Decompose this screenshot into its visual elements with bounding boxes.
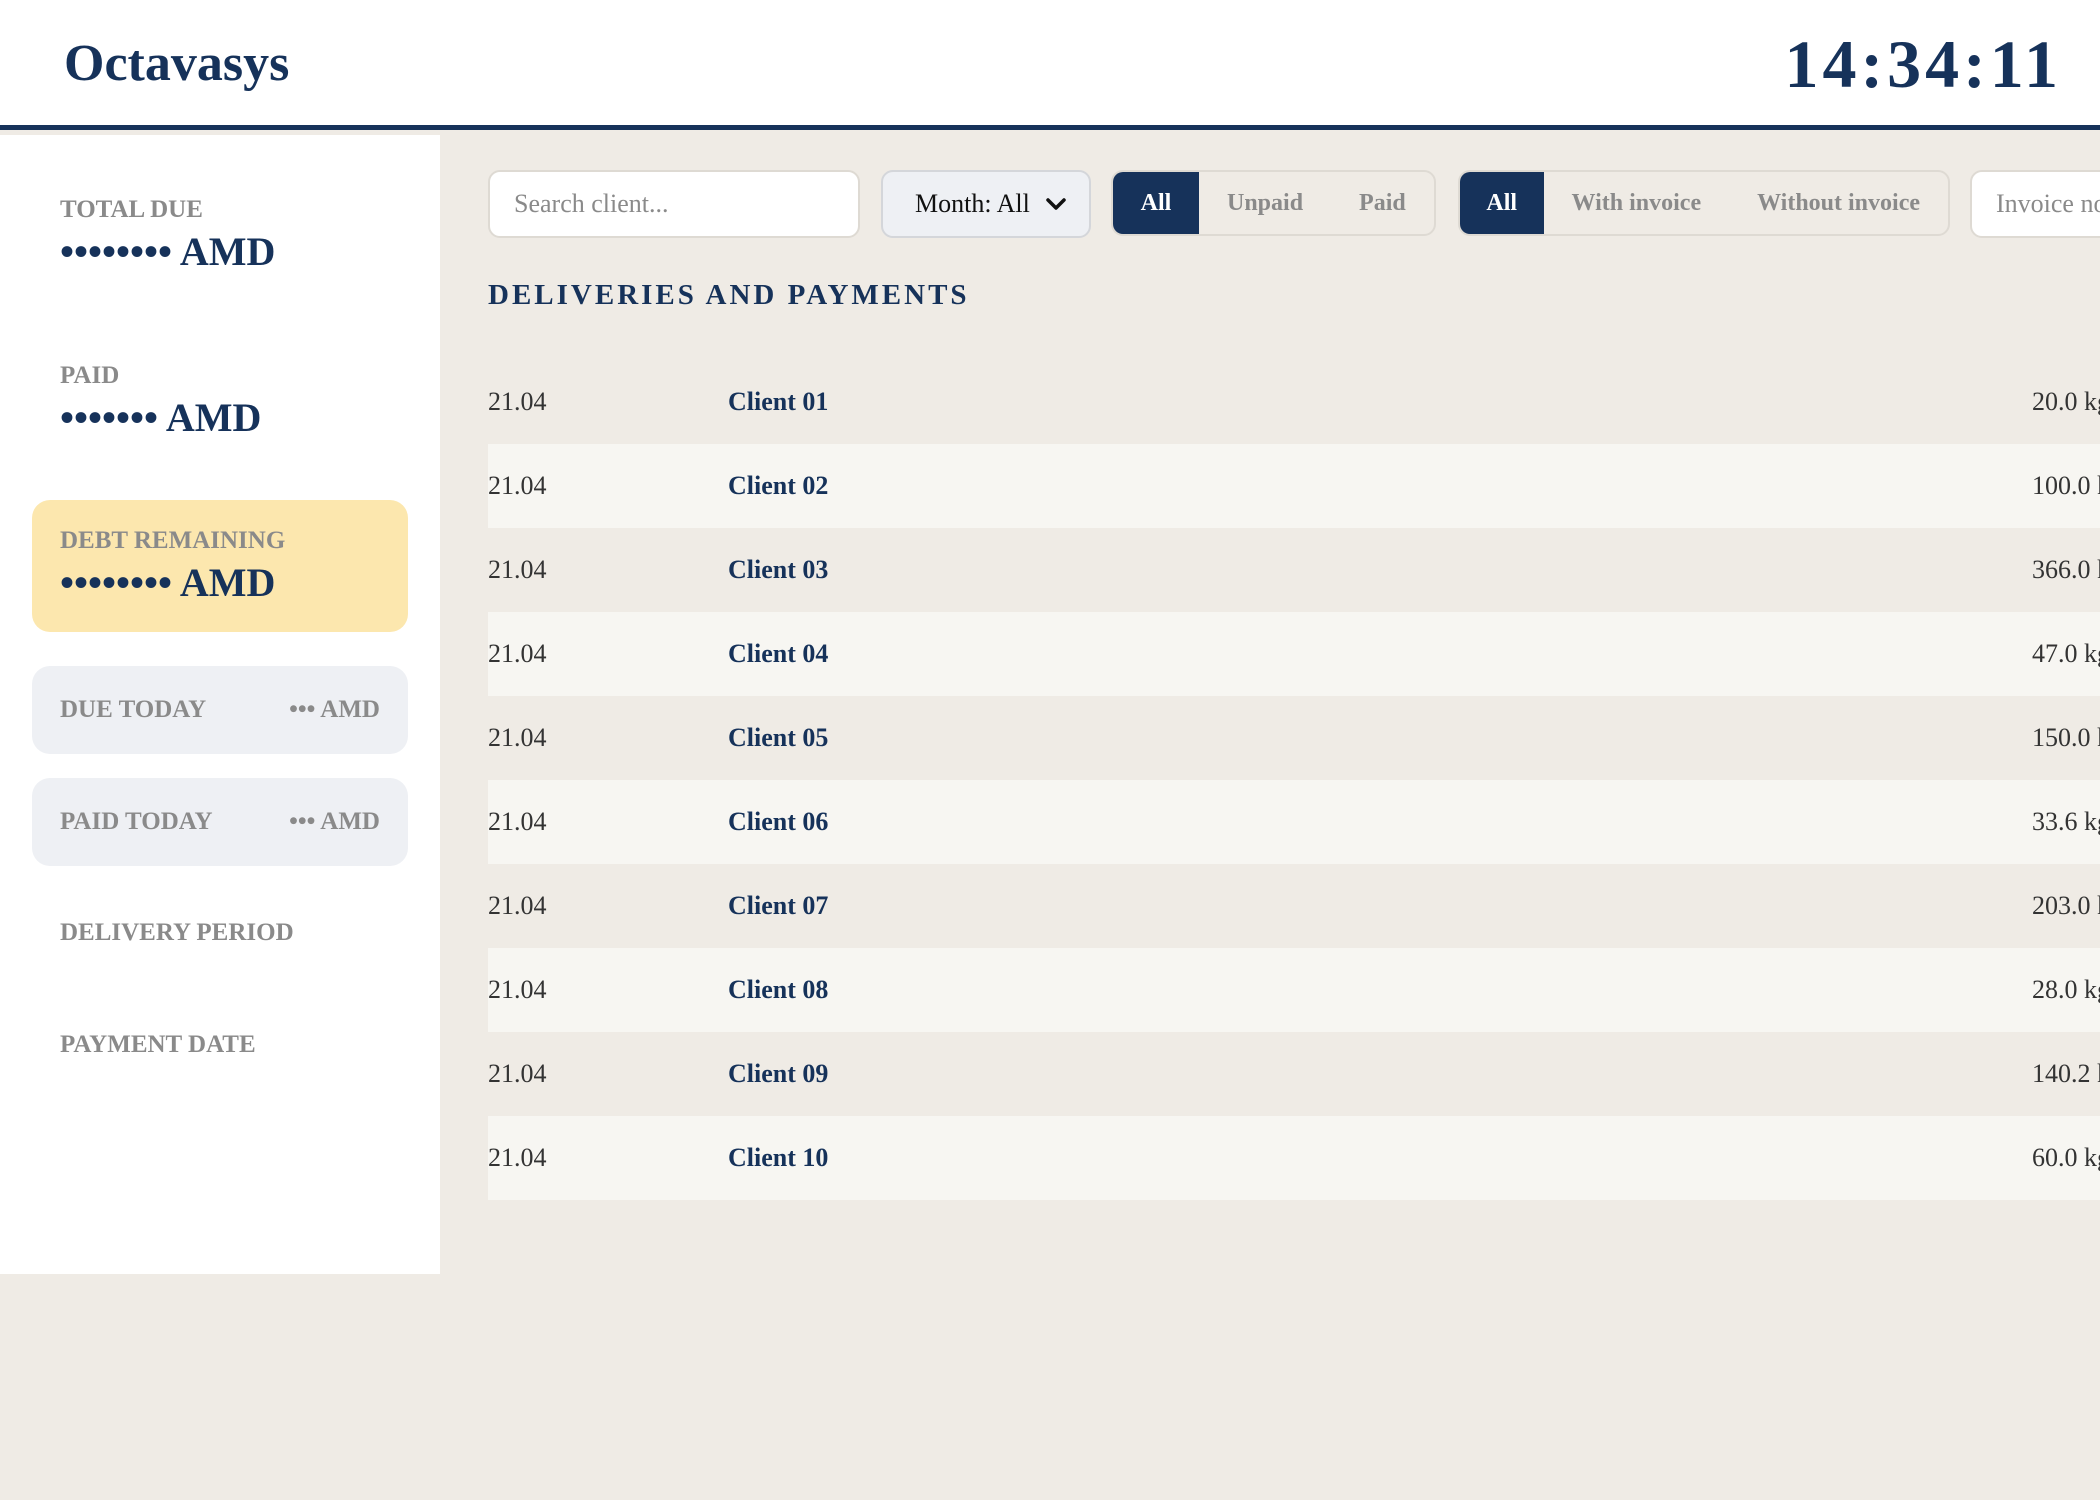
stat-due-today: DUE TODAY ••• AMD <box>32 666 408 754</box>
stat-label: DEBT REMAINING <box>60 527 286 554</box>
row-quantity: 366.0 kg <box>2032 555 2100 584</box>
stat-value: ••• AMD <box>289 696 380 723</box>
table-row[interactable]: 21.04 Client 10 60.0 kg <box>488 1116 2100 1200</box>
stat-paid: PAID ••••••• AMD <box>32 361 408 441</box>
table-row[interactable]: 21.04 Client 04 47.0 kg <box>488 612 2100 696</box>
stat-value: ••• AMD <box>289 808 380 835</box>
stat-value: •••••••• AMD <box>60 229 276 274</box>
row-date: 21.04 <box>488 1143 547 1172</box>
row-quantity: 100.0 kg <box>2032 471 2100 500</box>
table-row[interactable]: 21.04 Client 08 28.0 kg <box>488 948 2100 1032</box>
table-row[interactable]: 21.04 Client 07 203.0 kg <box>488 864 2100 948</box>
row-client: Client 05 <box>728 723 829 752</box>
row-client: Client 07 <box>728 891 829 920</box>
invoice-filter-without[interactable]: Without invoice <box>1729 172 1948 234</box>
row-client: Client 01 <box>728 387 829 416</box>
payment-status-filter: All Unpaid Paid <box>1111 170 1436 236</box>
row-quantity: 60.0 kg <box>2032 1143 2100 1172</box>
stat-label: TOTAL DUE <box>60 196 203 223</box>
row-client: Client 10 <box>728 1143 829 1172</box>
stat-total-due: TOTAL DUE •••••••• AMD <box>32 195 408 275</box>
row-date: 21.04 <box>488 471 547 500</box>
payment-date-label[interactable]: PAYMENT DATE <box>60 1030 256 1060</box>
stat-value: ••••••• AMD <box>60 395 262 440</box>
table-row[interactable]: 21.04 Client 05 150.0 kg <box>488 696 2100 780</box>
stat-label: DUE TODAY <box>60 696 207 723</box>
row-date: 21.04 <box>488 639 547 668</box>
row-date: 21.04 <box>488 975 547 1004</box>
stat-value: •••••••• AMD <box>60 560 276 605</box>
chevron-down-icon <box>1045 193 1067 215</box>
row-date: 21.04 <box>488 723 547 752</box>
brand-logo: Octavasys <box>64 35 290 92</box>
month-select-value: Month: All <box>915 189 1030 218</box>
sidebar: TOTAL DUE •••••••• AMD PAID ••••••• AMD … <box>0 135 440 1274</box>
section-title: DELIVERIES AND PAYMENTS <box>488 279 970 311</box>
row-date: 21.04 <box>488 1059 547 1088</box>
row-quantity: 33.6 kg <box>2032 807 2100 836</box>
row-quantity: 20.0 kg <box>2032 387 2100 416</box>
status-filter-paid[interactable]: Paid <box>1331 172 1434 234</box>
row-quantity: 150.0 kg <box>2032 723 2100 752</box>
clock: 14:34:11 <box>1784 26 2062 102</box>
table-row[interactable]: 21.04 Client 01 20.0 kg <box>488 360 2100 444</box>
row-quantity: 28.0 kg <box>2032 975 2100 1004</box>
deliveries-table: 21.04 Client 01 20.0 kg 21.04 Client 02 … <box>488 360 2100 1200</box>
stat-label: PAID <box>60 362 120 389</box>
stat-debt-remaining: DEBT REMAINING •••••••• AMD <box>32 500 408 632</box>
table-row[interactable]: 21.04 Client 02 100.0 kg <box>488 444 2100 528</box>
row-quantity: 140.2 kg <box>2032 1059 2100 1088</box>
table-row[interactable]: 21.04 Client 03 366.0 kg <box>488 528 2100 612</box>
row-client: Client 08 <box>728 975 829 1004</box>
search-input[interactable] <box>488 170 860 238</box>
main-content: Month: All All Unpaid Paid All With invo… <box>440 135 2100 1500</box>
invoice-number-input[interactable] <box>1970 170 2100 238</box>
invoice-filter-all[interactable]: All <box>1460 172 1544 234</box>
status-filter-unpaid[interactable]: Unpaid <box>1199 172 1331 234</box>
invoice-filter: All With invoice Without invoice <box>1458 170 1950 236</box>
app-header: Octavasys 14:34:11 <box>0 0 2100 130</box>
invoice-filter-with[interactable]: With invoice <box>1544 172 1730 234</box>
row-client: Client 09 <box>728 1059 829 1088</box>
status-filter-all[interactable]: All <box>1113 172 1199 234</box>
row-client: Client 04 <box>728 639 829 668</box>
row-date: 21.04 <box>488 807 547 836</box>
delivery-period-label[interactable]: DELIVERY PERIOD <box>60 918 294 948</box>
stat-paid-today: PAID TODAY ••• AMD <box>32 778 408 866</box>
row-client: Client 03 <box>728 555 829 584</box>
row-client: Client 06 <box>728 807 829 836</box>
row-quantity: 47.0 kg <box>2032 639 2100 668</box>
row-date: 21.04 <box>488 387 547 416</box>
row-date: 21.04 <box>488 891 547 920</box>
row-client: Client 02 <box>728 471 829 500</box>
stat-label: PAID TODAY <box>60 808 213 835</box>
month-select[interactable]: Month: All <box>881 170 1091 238</box>
row-date: 21.04 <box>488 555 547 584</box>
table-row[interactable]: 21.04 Client 06 33.6 kg <box>488 780 2100 864</box>
table-row[interactable]: 21.04 Client 09 140.2 kg <box>488 1032 2100 1116</box>
row-quantity: 203.0 kg <box>2032 891 2100 920</box>
